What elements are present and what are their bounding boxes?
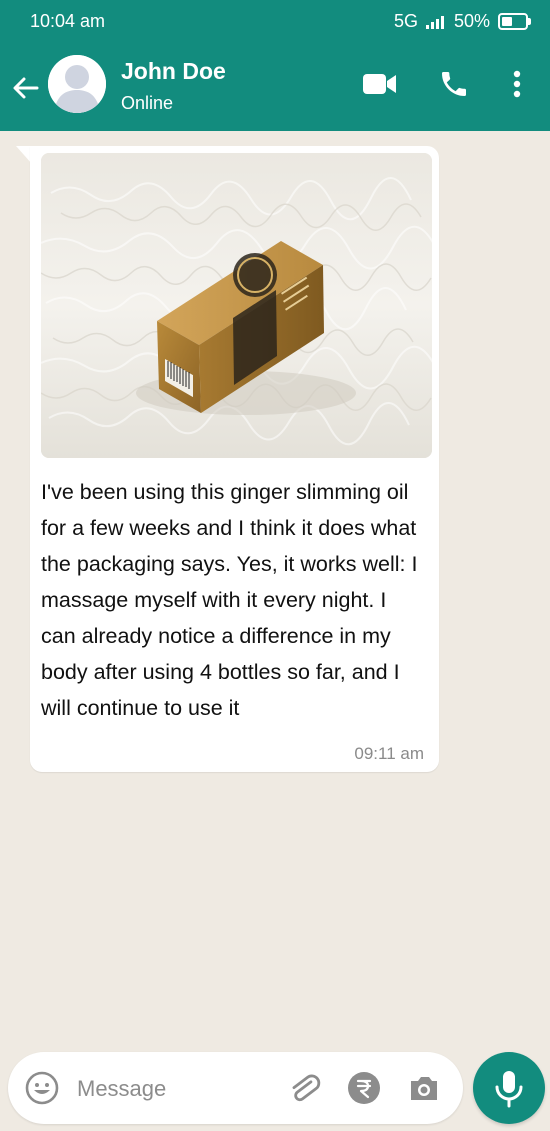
signal-icon [425,15,444,29]
message-bubble[interactable]: I've been using this ginger slimming oil… [30,146,439,772]
message-timestamp: 09:11 am [354,744,424,763]
video-call-icon[interactable] [362,71,398,102]
camera-icon[interactable] [406,1070,442,1111]
network-type: 5G [393,11,418,31]
back-arrow-icon[interactable] [10,72,42,104]
emoji-icon[interactable] [24,1070,60,1111]
mic-icon [495,1071,523,1108]
battery-icon [498,13,531,30]
message-composer [8,1052,463,1126]
status-time: 10:04 am [30,11,106,31]
more-options-icon[interactable] [509,70,525,105]
contact-status: Online [121,93,174,113]
message-input[interactable] [75,1052,269,1126]
mic-button[interactable] [473,1052,545,1124]
contact-name[interactable]: John Doe [121,58,226,85]
attachment-icon[interactable] [286,1070,322,1111]
rupee-payment-icon[interactable] [346,1070,382,1111]
battery-level: 50% [453,11,490,31]
chat-header: 10:04 am 5G 50% John Doe Online [0,0,550,131]
message-text: I've been using this ginger slimming oil… [41,480,418,720]
status-bar: 10:04 am 5G 50% [0,0,550,42]
avatar[interactable] [48,55,106,113]
message-photo[interactable] [41,153,432,458]
phone-icon[interactable] [438,68,470,105]
status-indicators: 5G 50% [393,11,531,32]
